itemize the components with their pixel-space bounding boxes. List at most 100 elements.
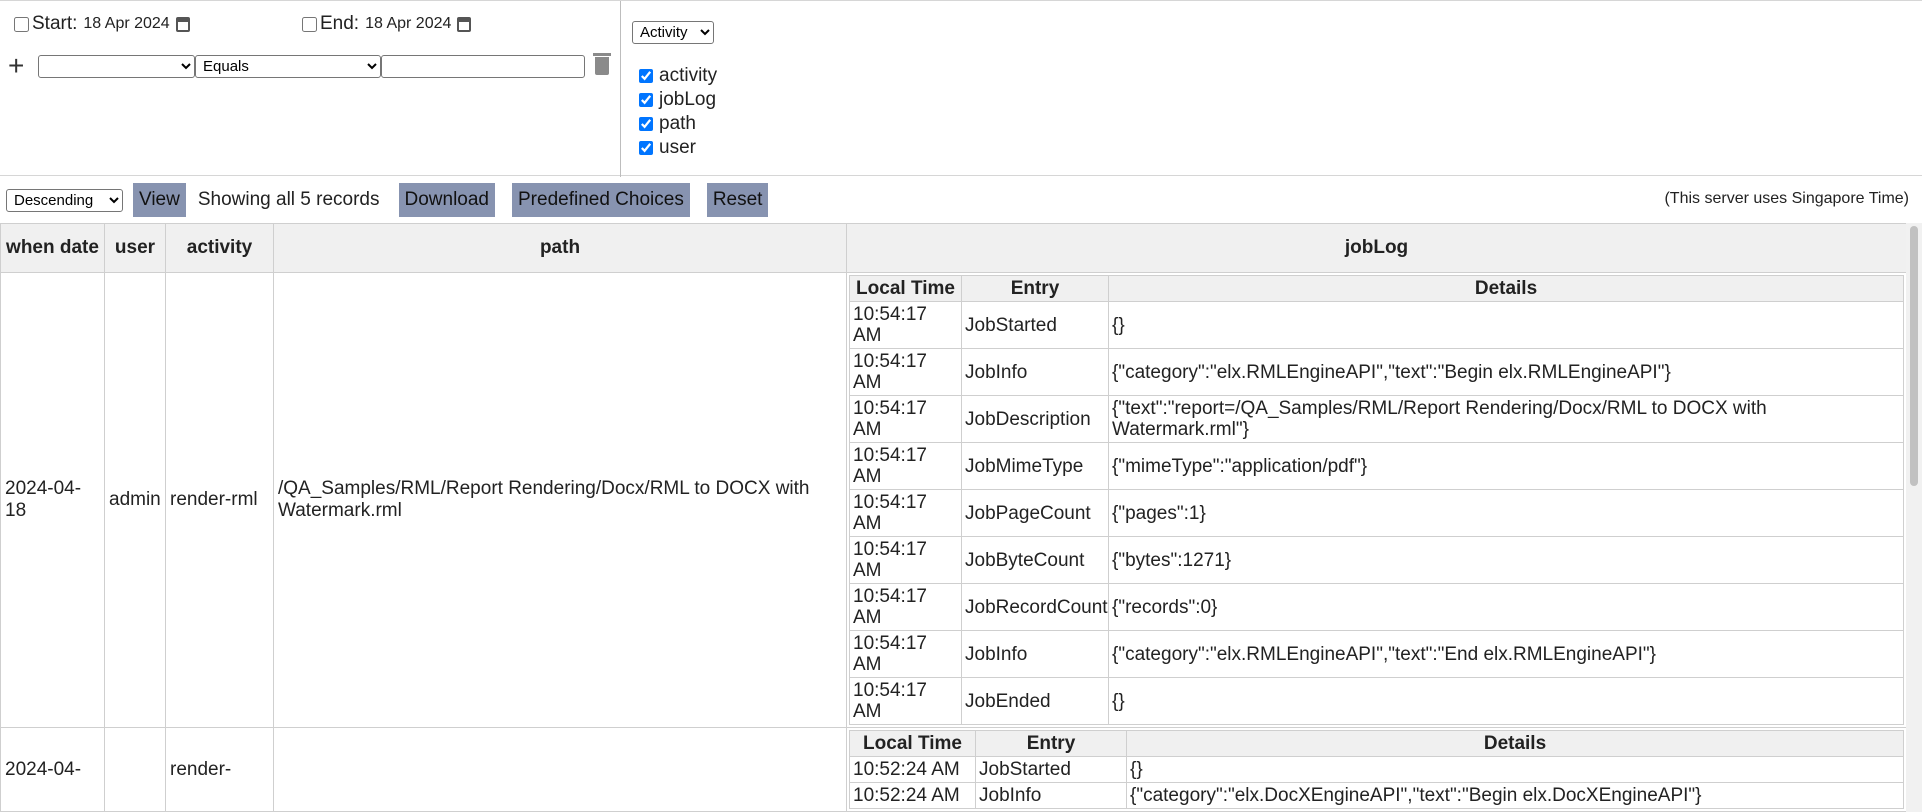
joblog-row: 10:54:17 AM JobRecordCount {"records":0} (849, 583, 1904, 631)
log-time: 10:54:17 AM (849, 301, 962, 349)
joblog-header-entry: Entry (961, 275, 1109, 302)
column-header-joblog[interactable]: jobLog (846, 223, 1906, 273)
start-date-value[interactable]: 18 Apr 2024 (83, 15, 169, 33)
condition-operator-select[interactable]: Equals (195, 54, 381, 78)
column-item-activity[interactable]: activity (636, 64, 717, 88)
log-time: 10:52:24 AM (849, 782, 976, 809)
log-time: 10:54:17 AM (849, 536, 962, 584)
joblog-row: 10:54:17 AM JobStarted {} (849, 301, 1904, 349)
joblog-header-row: Local Time Entry Details (849, 730, 1904, 757)
log-entry: JobMimeType (961, 442, 1109, 490)
path-cell (273, 727, 847, 812)
column-checkbox[interactable] (639, 69, 653, 83)
filter-panel: Start: 18 Apr 2024 End: 18 Apr 2024 + Eq… (0, 0, 1922, 177)
condition-value-input[interactable] (381, 54, 585, 78)
reset-button[interactable]: Reset (706, 183, 769, 217)
log-entry: JobInfo (961, 630, 1109, 678)
joblog-row: 10:54:17 AM JobInfo {"category":"elx.RML… (849, 348, 1904, 396)
trash-icon[interactable] (593, 53, 611, 75)
activity-cell: render-rml (165, 272, 274, 728)
column-header-path[interactable]: path (273, 223, 847, 273)
joblog-table: Local Time Entry Details 10:52:24 AM Job… (849, 730, 1904, 809)
path-cell: /QA_Samples/RML/Report Rendering/Docx/RM… (273, 272, 847, 728)
log-details: {"category":"elx.RMLEngineAPI","text":"B… (1108, 348, 1904, 396)
column-type-select[interactable]: Activity (632, 21, 714, 44)
joblog-header-time: Local Time (849, 730, 976, 757)
user-cell: admin (104, 272, 166, 728)
joblog-table: Local Time Entry Details 10:54:17 AM Job… (849, 275, 1904, 725)
joblog-header-time: Local Time (849, 275, 962, 302)
log-time: 10:54:17 AM (849, 489, 962, 537)
download-button[interactable]: Download (398, 183, 495, 217)
when-cell: 2024-04- (0, 727, 105, 812)
column-header-when[interactable]: when date (0, 223, 105, 273)
add-condition-button[interactable]: + (8, 52, 36, 80)
log-details: {"records":0} (1108, 583, 1904, 631)
log-time: 10:54:17 AM (849, 442, 962, 490)
condition-field-select[interactable] (38, 54, 195, 78)
log-details: {"category":"elx.RMLEngineAPI","text":"E… (1108, 630, 1904, 678)
scrollbar-thumb[interactable] (1910, 226, 1918, 486)
joblog-cell: Local Time Entry Details 10:52:24 AM Job… (846, 727, 1906, 812)
log-details: {"text":"report=/QA_Samples/RML/Report R… (1108, 395, 1904, 443)
column-checkbox-list: activity jobLog path user (636, 64, 717, 160)
log-entry: JobStarted (961, 301, 1109, 349)
joblog-row: 10:54:17 AM JobDescription {"text":"repo… (849, 395, 1904, 443)
column-item-joblog[interactable]: jobLog (636, 88, 717, 112)
when-cell: 2024-04-18 (0, 272, 105, 728)
column-label: jobLog (659, 89, 717, 110)
log-details: {"pages":1} (1108, 489, 1904, 537)
results-table: when date user activity path jobLog 2024… (0, 223, 1906, 812)
log-time: 10:52:24 AM (849, 756, 976, 783)
log-time: 10:54:17 AM (849, 677, 962, 725)
column-label: user (659, 137, 696, 158)
condition-row: + Equals (8, 52, 611, 80)
start-date-checkbox[interactable] (14, 16, 29, 32)
joblog-header-details: Details (1126, 730, 1904, 757)
calendar-icon[interactable] (175, 16, 190, 32)
results-grid: when date user activity path jobLog 2024… (0, 223, 1906, 812)
joblog-row: 10:52:24 AM JobInfo {"category":"elx.Doc… (849, 782, 1904, 809)
column-header-user[interactable]: user (104, 223, 166, 273)
log-details: {"bytes":1271} (1108, 536, 1904, 584)
joblog-header-entry: Entry (975, 730, 1127, 757)
table-row: 2024-04- render- Local Time Entry Detail… (0, 727, 1906, 812)
log-details: {"mimeType":"application/pdf"} (1108, 442, 1904, 490)
sort-order-select[interactable]: Descending (6, 188, 123, 212)
column-checkbox[interactable] (639, 93, 653, 107)
start-label: Start: (32, 13, 78, 34)
view-button[interactable]: View (133, 183, 186, 217)
column-checkbox[interactable] (639, 117, 653, 131)
log-entry: JobStarted (975, 756, 1127, 783)
predefined-choices-button[interactable]: Predefined Choices (512, 183, 690, 217)
joblog-row: 10:54:17 AM JobByteCount {"bytes":1271} (849, 536, 1904, 584)
column-checkbox[interactable] (639, 141, 653, 155)
log-details: {} (1108, 677, 1904, 725)
log-entry: JobInfo (961, 348, 1109, 396)
log-entry: JobByteCount (961, 536, 1109, 584)
column-item-user[interactable]: user (636, 136, 717, 160)
end-date-value[interactable]: 18 Apr 2024 (365, 15, 451, 33)
joblog-row: 10:54:17 AM JobEnded {} (849, 677, 1904, 725)
log-details: {} (1126, 756, 1904, 783)
vertical-scrollbar[interactable] (1906, 223, 1922, 812)
log-entry: JobEnded (961, 677, 1109, 725)
joblog-row: 10:54:17 AM JobMimeType {"mimeType":"app… (849, 442, 1904, 490)
joblog-row: 10:54:17 AM JobPageCount {"pages":1} (849, 489, 1904, 537)
joblog-row: 10:52:24 AM JobStarted {} (849, 756, 1904, 783)
joblog-header-row: Local Time Entry Details (849, 275, 1904, 302)
calendar-icon[interactable] (457, 16, 472, 32)
end-date-checkbox[interactable] (302, 16, 317, 32)
column-item-path[interactable]: path (636, 112, 717, 136)
table-row: 2024-04-18 admin render-rml /QA_Samples/… (0, 272, 1906, 728)
log-entry: JobDescription (961, 395, 1109, 443)
start-date-filter: Start: 18 Apr 2024 (0, 13, 190, 35)
record-count: Showing all 5 records (197, 189, 380, 210)
activity-cell: render- (165, 727, 274, 812)
end-label: End: (320, 13, 360, 34)
joblog-row: 10:54:17 AM JobInfo {"category":"elx.RML… (849, 630, 1904, 678)
log-time: 10:54:17 AM (849, 348, 962, 396)
log-entry: JobRecordCount (961, 583, 1109, 631)
column-header-activity[interactable]: activity (165, 223, 274, 273)
header-row: when date user activity path jobLog (0, 223, 1906, 273)
